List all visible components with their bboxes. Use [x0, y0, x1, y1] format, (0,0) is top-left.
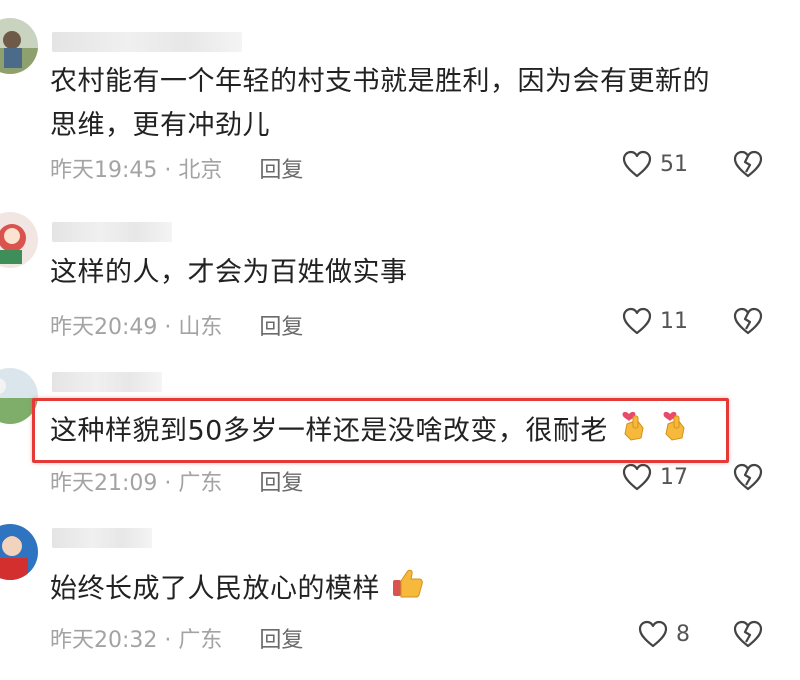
- like-count: 8: [676, 621, 690, 647]
- comment-text-content: 始终长成了人民放心的模样: [50, 573, 380, 605]
- highlight-box: [32, 398, 729, 463]
- heart-outline-icon: [638, 620, 668, 648]
- thumbs-up-emoji: [391, 566, 425, 614]
- broken-heart-icon: [733, 307, 763, 335]
- heart-outline-icon: [622, 307, 652, 335]
- broken-heart-icon: [733, 620, 763, 648]
- dislike-button[interactable]: [733, 463, 763, 491]
- reply-button[interactable]: 回复: [259, 628, 303, 653]
- like-button[interactable]: 11: [622, 307, 688, 335]
- username-blurred[interactable]: [52, 32, 242, 52]
- like-button[interactable]: 8: [638, 620, 690, 648]
- username-blurred[interactable]: [52, 222, 172, 242]
- comment-meta: 昨天21:09 · 广东 回复: [50, 465, 303, 497]
- comment-text: 这样的人，才会为百姓做实事: [50, 251, 408, 295]
- comment-text: 农村能有一个年轻的村支书就是胜利，因为会有更新的 思维，更有冲劲儿: [50, 60, 710, 148]
- broken-heart-icon: [733, 463, 763, 491]
- comment-text: 始终长成了人民放心的模样: [50, 566, 425, 614]
- heart-outline-icon: [622, 463, 652, 491]
- like-count: 17: [660, 464, 688, 490]
- reply-button[interactable]: 回复: [259, 158, 303, 183]
- time-location: 昨天21:09 · 广东: [50, 471, 223, 496]
- reply-button[interactable]: 回复: [259, 315, 303, 340]
- time-location: 昨天20:49 · 山东: [50, 315, 223, 340]
- comment-meta: 昨天19:45 · 北京 回复: [50, 152, 303, 184]
- avatar[interactable]: [0, 18, 38, 74]
- broken-heart-icon: [733, 150, 763, 178]
- dislike-button[interactable]: [733, 620, 763, 648]
- like-button[interactable]: 51: [622, 150, 688, 178]
- reply-button[interactable]: 回复: [259, 471, 303, 496]
- comment-meta: 昨天20:49 · 山东 回复: [50, 309, 303, 341]
- username-blurred[interactable]: [52, 372, 162, 392]
- comment-meta: 昨天20:32 · 广东 回复: [50, 622, 303, 654]
- like-count: 11: [660, 308, 688, 334]
- avatar[interactable]: [0, 524, 38, 580]
- like-button[interactable]: 17: [622, 463, 688, 491]
- time-location: 昨天19:45 · 北京: [50, 158, 223, 183]
- comment-text-line: 这样的人，才会为百姓做实事: [50, 257, 408, 288]
- avatar[interactable]: [0, 212, 38, 268]
- comment-text-line: 思维，更有冲劲儿: [50, 110, 270, 141]
- username-blurred[interactable]: [52, 528, 152, 548]
- like-count: 51: [660, 151, 688, 177]
- time-location: 昨天20:32 · 广东: [50, 628, 223, 653]
- heart-outline-icon: [622, 150, 652, 178]
- comment-text-line: 农村能有一个年轻的村支书就是胜利，因为会有更新的: [50, 66, 710, 97]
- comment-text-line: 始终长成了人民放心的模样: [50, 566, 425, 614]
- dislike-button[interactable]: [733, 150, 763, 178]
- dislike-button[interactable]: [733, 307, 763, 335]
